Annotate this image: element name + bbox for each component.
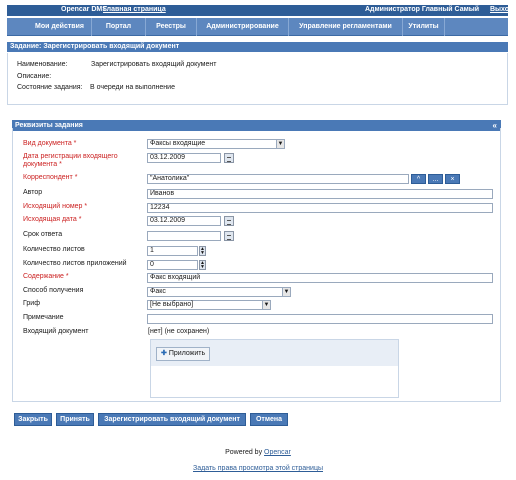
task-state-label: Состояние задания: [17,84,83,91]
receive-method-select[interactable]: Факс ▼ [147,287,291,297]
accept-button[interactable]: Принять [56,413,94,426]
task-name-label: Наименование: [17,61,68,68]
plus-icon: ✚ [161,350,167,357]
out-date-value: 03.12.2009 [150,217,186,224]
rights-link[interactable]: Задать права просмотра этой страницы [193,465,323,472]
sheets-value: 1 [150,247,154,254]
receive-method-label: Способ получения [23,287,84,294]
out-date-label: Исходящая дата * [23,216,82,223]
due-date-label: Срок ответа [23,231,63,238]
calendar-icon[interactable] [224,216,234,226]
reg-date-label: Дата регистрации входящего документа * [23,153,118,168]
attach-sheets-stepper[interactable]: ▲ ▼ [199,260,206,270]
menu-item-utilities[interactable]: Утилиты [403,18,445,36]
correspondent-up-button[interactable]: ^ [411,174,426,184]
calendar-icon[interactable] [224,231,234,241]
correspondent-input[interactable]: "Анатолика" [147,174,409,184]
footer-powered: Powered by Opencar [0,449,516,456]
sheets-input[interactable]: 1 [147,246,198,256]
incoming-doc-value: [нет] (не сохранен) [148,328,210,335]
main-menu: Мои действия Портал Реестры Администриро… [7,18,508,36]
attach-sheets-input[interactable]: 0 [147,260,198,270]
out-number-input[interactable]: 12234 [147,203,493,213]
receive-method-value: Факс [150,288,166,295]
note-input[interactable] [147,314,493,324]
menu-item-portal[interactable]: Портал [92,18,146,36]
register-button[interactable]: Зарегистрировать входящий документ [98,413,246,426]
attachment-area: ✚ Приложить [150,339,399,398]
stamp-label: Гриф [23,300,40,307]
out-date-input[interactable]: 03.12.2009 [147,216,221,226]
attach-sheets-label: Количество листов приложений [23,260,127,267]
correspondent-value: "Анатолика" [150,175,190,182]
stamp-value: [Не выбрано] [150,301,194,308]
author-label: Автор [23,189,43,196]
logout-link[interactable]: Выход [490,6,513,13]
menu-item-administration[interactable]: Администрирование [197,18,289,36]
sheets-label: Количество листов [23,246,85,253]
task-title: Задание: Зарегистрировать входящий докум… [10,43,180,50]
note-label: Примечание [23,314,64,321]
attachment-toolbar: ✚ Приложить [151,340,398,366]
stamp-select[interactable]: [Не выбрано] ▼ [147,300,271,310]
doc-type-value: Факсы входящие [150,140,206,147]
close-button[interactable]: Закрыть [14,413,52,426]
footer-rights: Задать права просмотра этой страницы [0,465,516,472]
sheets-stepper[interactable]: ▲ ▼ [199,246,206,256]
correspondent-clear-button[interactable]: × [445,174,460,184]
out-number-value: 12234 [150,204,170,211]
cancel-button[interactable]: Отмена [250,413,288,426]
incoming-doc-label: Входящий документ [23,328,89,335]
content-input[interactable]: Факс входящий [147,273,493,283]
reg-date-input[interactable]: 03.12.2009 [147,153,221,163]
menu-item-regulations[interactable]: Управление регламентами [289,18,403,36]
due-date-input[interactable] [147,231,221,241]
attach-sheets-value: 0 [150,261,154,268]
attach-button-label: Приложить [168,350,206,357]
task-description-label: Описание: [17,73,52,80]
task-header: Задание: Зарегистрировать входящий докум… [7,42,508,52]
task-info: Наименование: Зарегистрировать входящий … [7,53,508,105]
calendar-icon[interactable] [224,153,234,163]
chevron-down-icon: ▼ [282,288,290,296]
task-name-value: Зарегистрировать входящий документ [91,61,217,68]
correspondent-browse-button[interactable]: ... [428,174,443,184]
app-name: Opencar DMS [61,6,107,13]
menu-item-my-actions[interactable]: Мои действия [28,18,92,36]
menu-item-registries[interactable]: Реестры [146,18,197,36]
reg-date-value: 03.12.2009 [150,154,186,161]
correspondent-label: Корреспондент * [23,174,78,181]
author-input[interactable]: Иванов [147,189,493,199]
attach-button[interactable]: ✚ Приложить [156,347,211,361]
content-label: Содержание * [23,273,69,280]
home-link[interactable]: Главная страница [103,6,166,13]
task-state-value: В очереди на выполнение [90,84,175,91]
top-bar: Opencar DMS Главная страница Администрат… [7,5,513,16]
out-number-label: Исходящий номер * [23,203,88,210]
powered-by-link[interactable]: Opencar [264,449,291,456]
author-value: Иванов [150,190,175,197]
chevron-down-icon: ▼ [276,140,284,148]
chevron-down-icon: ▼ [262,301,270,309]
powered-by-text: Powered by [225,449,263,456]
content-value: Факс входящий [150,274,201,281]
doc-type-select[interactable]: Факсы входящие ▼ [147,139,285,149]
doc-type-label: Вид документа * [23,140,77,147]
current-user: Администратор Главный Самый [365,6,480,13]
